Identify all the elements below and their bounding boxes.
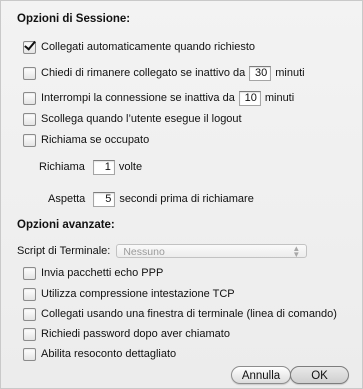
echo-ppp-option[interactable]: Invia pacchetti echo PPP xyxy=(23,265,163,281)
verbose-log-checkbox[interactable] xyxy=(23,347,36,361)
redial-busy-option[interactable]: Richiama se occupato xyxy=(23,132,149,148)
terminal-script-label: Script di Terminale: xyxy=(17,245,111,257)
ask-stay-connected-option[interactable]: Chiedi di rimanere collegato se inattivo… xyxy=(23,65,305,81)
disconnect-idle-minutes-unit: minuti xyxy=(264,92,295,104)
updown-arrows-icon: ▲ ▼ xyxy=(292,244,301,259)
redial-wait-field[interactable]: 5 xyxy=(93,191,116,207)
redial-count-row: Richiama 1 volte xyxy=(39,159,142,175)
terminal-script-value: Nessuno xyxy=(123,246,165,258)
redial-wait-unit: secondi prima di richiamare xyxy=(119,193,254,205)
disconnect-idle-checkbox[interactable] xyxy=(23,91,36,105)
terminal-window-checkbox[interactable] xyxy=(23,307,36,321)
disconnect-idle-option[interactable]: Interrompi la connessione se inattiva da… xyxy=(23,90,294,106)
redial-count-unit: volte xyxy=(118,161,143,173)
tcp-compression-checkbox[interactable] xyxy=(23,287,36,301)
verbose-log-option[interactable]: Abilita resoconto dettagliato xyxy=(23,346,176,362)
redial-busy-checkbox[interactable] xyxy=(23,133,36,147)
echo-ppp-label: Invia pacchetti echo PPP xyxy=(41,267,164,279)
ok-button[interactable]: OK xyxy=(290,366,349,384)
disconnect-logout-option[interactable]: Scollega quando l’utente esegue il logou… xyxy=(23,111,242,127)
auto-connect-label: Collegati automaticamente quando richies… xyxy=(41,41,256,53)
ppp-options-sheet: Opzioni di Sessione: Collegati automatic… xyxy=(0,0,363,389)
terminal-window-label: Collegati usando una finestra di termina… xyxy=(41,308,337,320)
cancel-button[interactable]: Annulla xyxy=(231,366,291,384)
advanced-options-title: Opzioni avanzate: xyxy=(17,219,115,231)
ask-stay-connected-label: Chiedi di rimanere collegato se inattivo… xyxy=(41,67,246,79)
auto-connect-checkbox[interactable] xyxy=(23,40,36,54)
redial-wait-row: Aspetta 5 secondi prima di richiamare xyxy=(48,191,254,207)
terminal-window-option[interactable]: Collegati usando una finestra di termina… xyxy=(23,306,337,322)
echo-ppp-checkbox[interactable] xyxy=(23,266,36,280)
ask-stay-connected-checkbox[interactable] xyxy=(23,66,36,80)
redial-wait-label: Aspetta xyxy=(48,193,86,205)
tcp-compression-label: Utilizza compressione intestazione TCP xyxy=(41,288,235,300)
ask-password-label: Richiedi password dopo aver chiamato xyxy=(41,328,230,340)
redial-busy-label: Richiama se occupato xyxy=(41,134,150,146)
terminal-script-row: Script di Terminale: Nessuno ▲ ▼ xyxy=(17,242,308,260)
redial-count-label: Richiama xyxy=(39,161,85,173)
disconnect-idle-minutes-field[interactable]: 10 xyxy=(238,90,261,106)
ask-password-checkbox[interactable] xyxy=(23,327,36,341)
disconnect-logout-checkbox[interactable] xyxy=(23,112,36,126)
redial-count-field[interactable]: 1 xyxy=(92,159,115,175)
disconnect-logout-label: Scollega quando l’utente esegue il logou… xyxy=(41,113,242,125)
tcp-compression-option[interactable]: Utilizza compressione intestazione TCP xyxy=(23,286,235,302)
disconnect-idle-label: Interrompi la connessione se inattiva da xyxy=(41,92,235,104)
ask-stay-minutes-field[interactable]: 30 xyxy=(249,65,272,81)
verbose-log-label: Abilita resoconto dettagliato xyxy=(41,348,177,360)
ask-password-option[interactable]: Richiedi password dopo aver chiamato xyxy=(23,326,230,342)
auto-connect-option[interactable]: Collegati automaticamente quando richies… xyxy=(23,39,255,55)
ask-stay-minutes-unit: minuti xyxy=(275,67,305,79)
terminal-script-popup[interactable]: Nessuno ▲ ▼ xyxy=(116,244,308,259)
session-options-title: Opzioni di Sessione: xyxy=(17,13,131,25)
